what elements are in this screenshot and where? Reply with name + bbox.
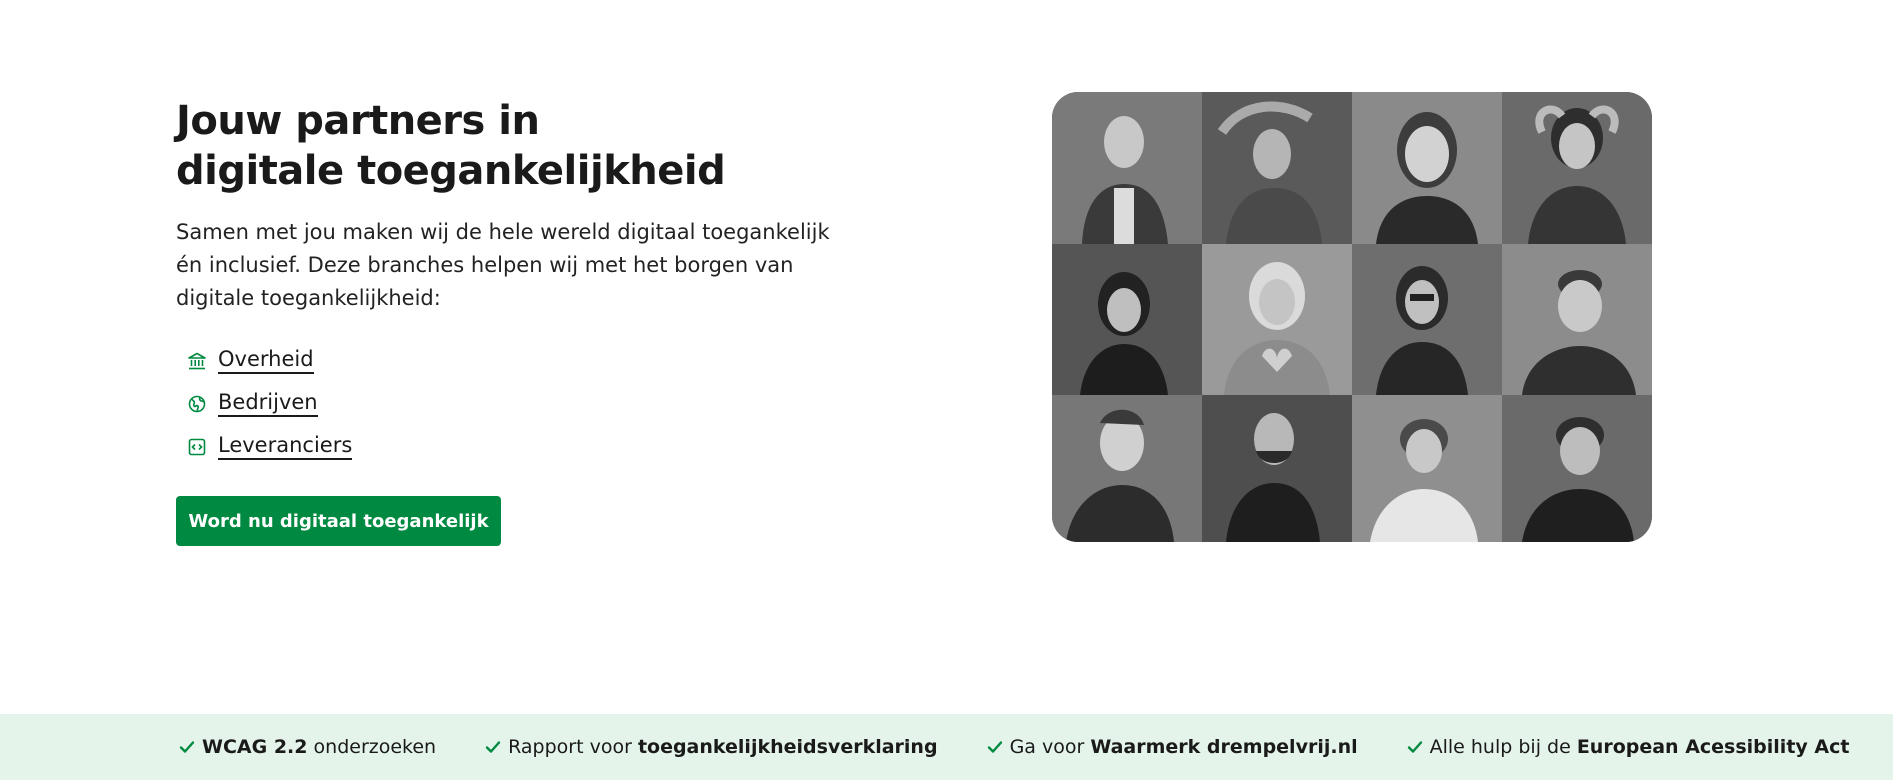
branche-list: Overheid Bedrijven Leveranciers (176, 339, 836, 468)
link-leveranciers[interactable]: Leveranciers (218, 433, 353, 460)
government-building-icon (186, 350, 208, 372)
hero-section: Jouw partners in digitale toegankelijkhe… (0, 0, 1893, 714)
usp-item: Ga voor Waarmerk drempelvrij.nl (986, 736, 1358, 758)
usp-item: WCAG 2.2 onderzoeken (178, 736, 436, 758)
usp-bold-text: Waarmerk drempelvrij.nl (1090, 736, 1358, 758)
usp-text: onderzoeken (307, 736, 437, 758)
portrait-photo (1202, 395, 1352, 542)
page-title-line-2: digitale toegankelijkheid (176, 148, 726, 194)
checkmark-icon (987, 741, 1002, 753)
cta-button[interactable]: Word nu digitaal toegankelijk (176, 496, 501, 546)
globe-icon (186, 393, 208, 415)
intro-line-2: én inclusief. Deze branches helpen wij m… (176, 253, 794, 277)
portrait-photo (1202, 92, 1352, 244)
portrait-photo (1052, 92, 1202, 244)
link-overheid[interactable]: Overheid (218, 347, 314, 374)
portrait-photo (1352, 395, 1502, 542)
portrait-photo (1502, 92, 1652, 244)
portrait-photo (1352, 92, 1502, 244)
usp-bold-text: WCAG 2.2 (202, 736, 308, 758)
branche-item-leveranciers: Leveranciers (176, 425, 836, 468)
usp-text: Alle hulp bij de (1429, 736, 1577, 758)
usp-item: Alle hulp bij de European Acessibility A… (1406, 736, 1850, 758)
portrait-photo (1352, 244, 1502, 395)
portrait-photo (1502, 395, 1652, 542)
portrait-photo (1202, 244, 1352, 395)
page-title: Jouw partners in digitale toegankelijkhe… (176, 96, 836, 196)
usp-bold-text: toegankelijkheidsverklaring (637, 736, 938, 758)
portrait-photo (1052, 244, 1202, 395)
usp-text: Ga voor (1009, 736, 1091, 758)
intro-line-3: digitale toegankelijkheid: (176, 286, 441, 310)
portrait-photo (1502, 244, 1652, 395)
branche-item-overheid: Overheid (176, 339, 836, 382)
intro-line-1: Samen met jou maken wij de hele wereld d… (176, 220, 830, 244)
page-title-line-1: Jouw partners in (176, 98, 540, 144)
portrait-photo (1052, 395, 1202, 542)
hero-content: Jouw partners in digitale toegankelijkhe… (176, 96, 836, 546)
usp-bar: WCAG 2.2 onderzoeken Rapport voor toegan… (0, 714, 1893, 780)
code-icon (186, 436, 208, 458)
team-photo-grid (1052, 92, 1652, 542)
branche-item-bedrijven: Bedrijven (176, 382, 836, 425)
checkmark-icon (485, 741, 501, 753)
checkmark-icon (179, 741, 195, 753)
intro-text: Samen met jou maken wij de hele wereld d… (176, 216, 836, 315)
usp-item: Rapport voor toegankelijkheidsverklaring (484, 736, 938, 758)
usp-bold-text: European Acessibility Act (1576, 736, 1850, 758)
usp-text: Rapport voor (508, 736, 638, 758)
checkmark-icon (1407, 741, 1422, 753)
link-bedrijven[interactable]: Bedrijven (218, 390, 318, 417)
